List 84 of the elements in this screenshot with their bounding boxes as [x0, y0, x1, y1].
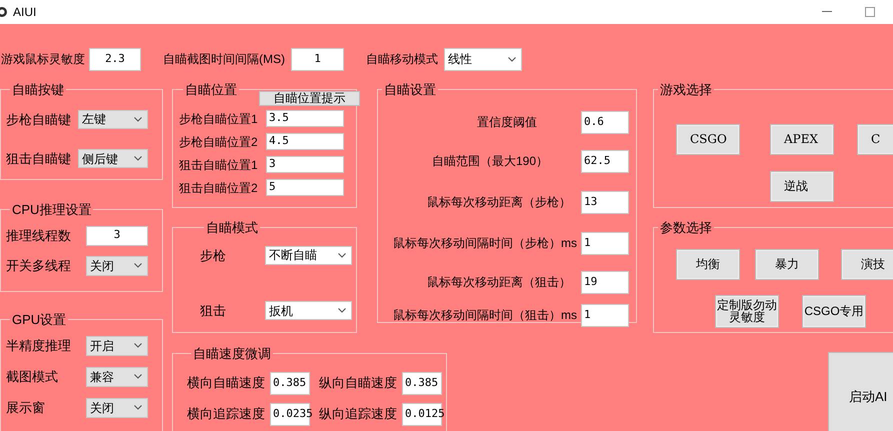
button[interactable]: 演技 [842, 250, 893, 278]
chevron-down-icon [508, 56, 516, 62]
field-label: 狙击自瞄位置1 [179, 156, 258, 174]
chevron-down-icon [338, 252, 346, 258]
text-field[interactable]: 3 [266, 156, 344, 173]
chevron-down-icon [134, 116, 142, 122]
field-label: 狙击 [200, 302, 226, 320]
text-field[interactable]: 5 [266, 179, 344, 196]
field-label: 展示窗 [6, 398, 45, 417]
minimize-icon[interactable] [822, 11, 832, 13]
field-label: 鼠标每次移动距离（狙击） [427, 274, 571, 291]
text-field[interactable]: 1 [581, 232, 629, 254]
text-field[interactable]: 0.6 [581, 110, 629, 134]
button[interactable]: CSGO [677, 124, 739, 154]
dropdown[interactable]: 开启 [86, 336, 148, 356]
field-label: 横向追踪速度 [187, 405, 265, 424]
field-label: 纵向追踪速度 [319, 405, 397, 424]
group-title: CPU推理设置 [11, 201, 92, 219]
button[interactable]: C [858, 124, 893, 154]
group-title: 游戏选择 [659, 81, 713, 99]
text-field[interactable]: 0.385 [270, 372, 310, 394]
dropdown[interactable]: 不断自瞄 [265, 246, 352, 265]
window-title: AIUI [13, 4, 36, 21]
text-field[interactable]: 19 [581, 270, 629, 294]
button[interactable]: CSGO专用 [803, 296, 865, 326]
group-title: 参数选择 [659, 219, 713, 237]
group-title: 自瞄位置 [184, 81, 238, 99]
field-label: 半精度推理 [6, 336, 71, 355]
dropdown[interactable]: 线性 [444, 48, 522, 70]
dropdown[interactable]: 关闭 [86, 398, 148, 418]
field-label: 狙击自瞄键 [6, 150, 71, 168]
button[interactable]: 均衡 [677, 250, 739, 278]
group-title: 自瞄模式 [205, 219, 259, 237]
field-label: 开关多线程 [6, 256, 71, 275]
chevron-down-icon [134, 156, 142, 162]
text-field[interactable]: 0.385 [402, 372, 442, 394]
text-field[interactable]: 62.5 [581, 150, 629, 172]
button[interactable]: 定制版勿动灵敏度 [716, 296, 778, 326]
field-label: 步枪自瞄键 [6, 110, 71, 128]
field-label: 置信度阈值 [477, 114, 537, 131]
text-field[interactable]: 13 [581, 190, 629, 214]
dropdown[interactable]: 扳机 [265, 301, 352, 320]
hint-button[interactable]: 自瞄位置提示 [259, 90, 360, 106]
field-label: 步枪自瞄位置1 [179, 110, 258, 128]
group-title: 自瞄设置 [383, 81, 437, 99]
field-label: 游戏鼠标灵敏度 [1, 51, 85, 68]
field-label: 自瞄范围（最大190） [432, 153, 548, 170]
dropdown[interactable]: 左键 [78, 110, 148, 129]
group-title: GPU设置 [11, 311, 68, 329]
field-label: 鼠标每次移动距离（步枪） [427, 194, 571, 211]
text-field[interactable]: 0.0235 [270, 402, 310, 426]
dropdown[interactable]: 关闭 [86, 256, 148, 276]
text-field[interactable]: 1 [291, 48, 344, 70]
field-label: 推理线程数 [6, 226, 71, 245]
field-label: 狙击自瞄位置2 [179, 180, 258, 196]
field-label: 鼠标每次移动间隔时间（狙击）ms [393, 307, 577, 324]
field-label: 步枪自瞄位置2 [179, 134, 258, 150]
text-field[interactable]: 3.5 [266, 110, 344, 127]
group-title: 自瞄按键 [11, 81, 65, 99]
text-field[interactable]: 4.5 [266, 133, 344, 150]
maximize-icon[interactable] [865, 7, 875, 17]
group-title: 自瞄速度微调 [192, 345, 272, 363]
chevron-down-icon [134, 263, 142, 268]
dropdown[interactable]: 侧后键 [78, 149, 148, 168]
field-label: 横向自瞄速度 [187, 374, 265, 392]
dropdown[interactable]: 兼容 [86, 366, 148, 386]
field-label: 步枪 [200, 246, 226, 264]
field-label: 自瞄截图时间间隔(MS) [163, 51, 285, 68]
button[interactable]: APEX [771, 124, 833, 154]
button[interactable]: 逆战 [771, 172, 833, 200]
chevron-down-icon [134, 405, 142, 410]
field-label: 鼠标每次移动间隔时间（步枪）ms [393, 235, 577, 252]
start-button[interactable]: 启动AI [828, 352, 893, 431]
field-label: 截图模式 [6, 368, 58, 386]
chevron-down-icon [338, 308, 346, 314]
chevron-down-icon [134, 343, 142, 348]
text-field[interactable]: 0.0125 [402, 402, 442, 426]
field-label: 纵向自瞄速度 [319, 374, 397, 392]
field-label: 自瞄移动模式 [366, 51, 438, 68]
chevron-down-icon [134, 374, 142, 379]
text-field[interactable]: 3 [86, 226, 148, 246]
button[interactable]: 暴力 [756, 250, 818, 278]
text-field[interactable]: 2.3 [89, 48, 141, 70]
text-field[interactable]: 1 [581, 304, 629, 326]
